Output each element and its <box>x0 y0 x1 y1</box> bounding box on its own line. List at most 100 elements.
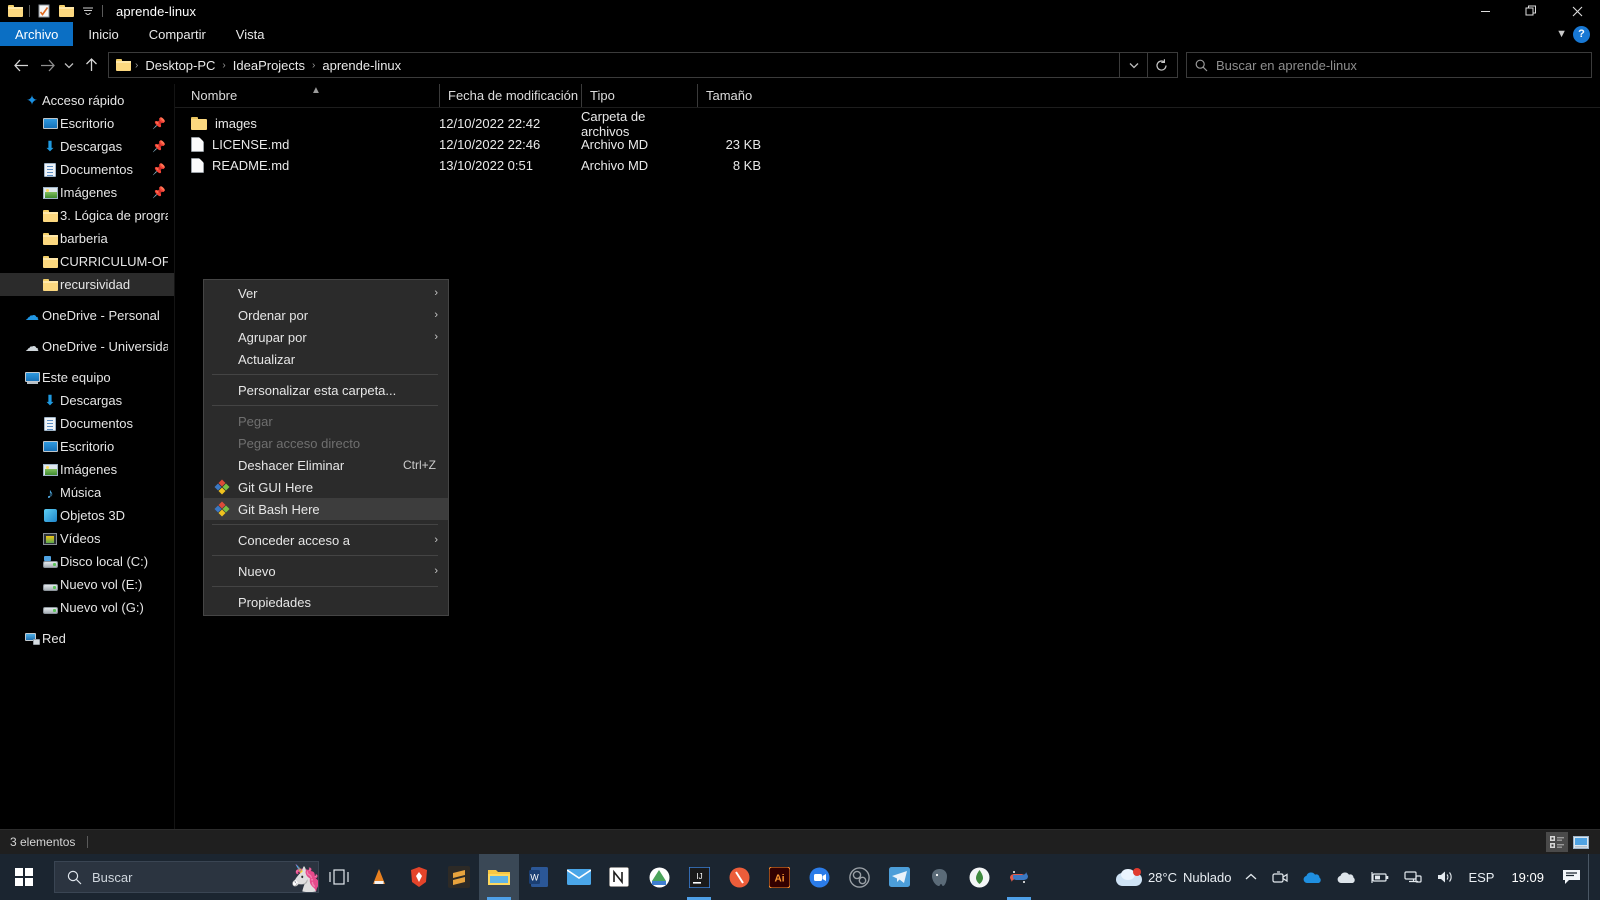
breadcrumb-item-desktop-pc[interactable]: Desktop-PC <box>139 58 221 73</box>
details-view-icon[interactable] <box>1546 832 1568 852</box>
taskbar-app-postgresql[interactable] <box>919 854 959 900</box>
menu-item-nuevo[interactable]: Nuevo › <box>204 560 448 582</box>
tab-inicio[interactable]: Inicio <box>73 22 133 46</box>
sidebar-item-red[interactable]: Red <box>0 627 174 650</box>
volume-icon[interactable] <box>1429 854 1461 900</box>
sidebar-item-3-l-gica-de-programac[interactable]: 3. Lógica de programac <box>0 204 174 227</box>
taskbar-app-mongodb[interactable] <box>959 854 999 900</box>
taskbar-app-file-explorer[interactable] <box>479 854 519 900</box>
recent-locations-icon[interactable] <box>60 52 78 78</box>
forward-button[interactable] <box>34 52 60 78</box>
show-desktop-button[interactable] <box>1588 854 1596 900</box>
column-header-tipo[interactable]: Tipo <box>581 84 697 107</box>
table-row[interactable]: README.md 13/10/2022 0:51 Archivo MD 8 KB <box>175 155 1600 176</box>
sidebar-item-onedrive-personal[interactable]: ☁ OneDrive - Personal <box>0 304 174 327</box>
taskbar-app-word[interactable]: W <box>519 854 559 900</box>
sidebar-item-v-deos[interactable]: Vídeos <box>0 527 174 550</box>
sidebar-item-objetos-3d[interactable]: Objetos 3D <box>0 504 174 527</box>
sidebar-item-documentos[interactable]: Documentos <box>0 412 174 435</box>
column-header-fecha[interactable]: Fecha de modificación <box>439 84 581 107</box>
sidebar-item-escritorio[interactable]: Escritorio <box>0 435 174 458</box>
taskbar-app-adobe-illustrator[interactable]: Ai <box>759 854 799 900</box>
clock[interactable]: 19:09 <box>1501 854 1554 900</box>
menu-item-conceder-acceso-a[interactable]: Conceder acceso a › <box>204 529 448 551</box>
sidebar-item-im-genes[interactable]: Imágenes 📌 <box>0 181 174 204</box>
taskbar-app-brave[interactable] <box>399 854 439 900</box>
onedrive-white-icon[interactable] <box>1329 854 1363 900</box>
taskbar-app-sublime-text[interactable] <box>439 854 479 900</box>
context-menu[interactable]: Ver › Ordenar por › Agrupar por › Actualizar Pe… <box>203 279 449 616</box>
breadcrumb-item-aprende-linux[interactable]: aprende-linux <box>316 58 407 73</box>
sidebar-item-onedrive-universidad-t[interactable]: ☁OneDrive - Universidad T <box>0 335 174 358</box>
search-input[interactable]: Buscar en aprende-linux <box>1186 52 1592 78</box>
chevron-down-icon[interactable]: ▼ <box>1556 28 1567 40</box>
menu-item-agrupar-por[interactable]: Agrupar por › <box>204 326 448 348</box>
qat-dropdown-icon[interactable] <box>77 0 99 22</box>
breadcrumb-item-ideaprojects[interactable]: IdeaProjects <box>227 58 311 73</box>
menu-item-ver[interactable]: Ver › <box>204 282 448 304</box>
taskbar-app-mail[interactable] <box>559 854 599 900</box>
sidebar-item-nuevo-vol-e[interactable]: Nuevo vol (E:) <box>0 573 174 596</box>
sidebar-item-im-genes[interactable]: Imágenes <box>0 458 174 481</box>
network-icon[interactable] <box>1397 854 1429 900</box>
sidebar-item-escritorio[interactable]: Escritorio 📌 <box>0 112 174 135</box>
sidebar-item-acceso-r-pido[interactable]: ✦ Acceso rápido <box>0 89 174 112</box>
menu-item-personalizar-esta-carpeta[interactable]: Personalizar esta carpeta... <box>204 379 448 401</box>
column-header-nombre[interactable]: Nombre ▲ <box>175 84 439 107</box>
maximize-button[interactable] <box>1508 0 1554 22</box>
sidebar-item-disco-local-c[interactable]: Disco local (C:) <box>0 550 174 573</box>
tray-overflow-button[interactable] <box>1238 854 1264 900</box>
battery-icon[interactable] <box>1363 854 1397 900</box>
taskbar-app-vlc[interactable] <box>359 854 399 900</box>
taskbar-search-input[interactable]: Buscar 🦄 <box>54 861 319 893</box>
pin-icon[interactable]: 📌 <box>152 140 166 153</box>
qat-folder-icon[interactable] <box>4 0 26 22</box>
taskbar-app-maps[interactable] <box>639 854 679 900</box>
pin-icon[interactable]: 📌 <box>152 163 166 176</box>
qat-properties-icon[interactable] <box>33 0 55 22</box>
menu-item-git-gui-here[interactable]: Git GUI Here <box>204 476 448 498</box>
tab-archivo[interactable]: Archivo <box>0 22 74 46</box>
taskbar-app-zoom[interactable] <box>799 854 839 900</box>
help-button[interactable]: ? <box>1573 25 1590 43</box>
sidebar-item-este-equipo[interactable]: Este equipo <box>0 366 174 389</box>
back-button[interactable] <box>8 52 34 78</box>
camera-icon[interactable] <box>1264 854 1295 900</box>
sidebar-item-curriculum-oficial[interactable]: CURRICULUM-OFICIAL <box>0 250 174 273</box>
menu-item-propiedades[interactable]: Propiedades <box>204 591 448 613</box>
navigation-pane[interactable]: ✦ Acceso rápido Escritorio 📌 ⬇ Descargas 📌 Docu… <box>0 84 175 829</box>
sidebar-item-descargas[interactable]: ⬇ Descargas <box>0 389 174 412</box>
notifications-icon[interactable] <box>1554 854 1588 900</box>
menu-item-git-bash-here[interactable]: Git Bash Here <box>204 498 448 520</box>
tab-compartir[interactable]: Compartir <box>134 22 221 46</box>
pin-icon[interactable]: 📌 <box>152 117 166 130</box>
weather-widget[interactable]: 28°C Nublado <box>1109 854 1238 900</box>
minimize-button[interactable] <box>1462 0 1508 22</box>
refresh-button[interactable] <box>1147 53 1175 77</box>
onedrive-blue-icon[interactable] <box>1295 854 1329 900</box>
sidebar-item-nuevo-vol-g[interactable]: Nuevo vol (G:) <box>0 596 174 619</box>
table-row[interactable]: images 12/10/2022 22:42 Carpeta de archivo… <box>175 109 1600 139</box>
task-view-button[interactable] <box>319 854 359 900</box>
taskbar-app-python[interactable] <box>999 854 1039 900</box>
sidebar-item-descargas[interactable]: ⬇ Descargas 📌 <box>0 135 174 158</box>
start-button[interactable] <box>0 854 48 900</box>
taskbar-app-notion[interactable] <box>599 854 639 900</box>
menu-item-ordenar-por[interactable]: Ordenar por › <box>204 304 448 326</box>
sidebar-item-recursividad[interactable]: recursividad <box>0 273 174 296</box>
sidebar-item-m-sica[interactable]: ♪ Música <box>0 481 174 504</box>
menu-item-actualizar[interactable]: Actualizar <box>204 348 448 370</box>
taskbar-app-intellij-idea[interactable]: IJ <box>679 854 719 900</box>
menu-item-deshacer-eliminar[interactable]: Deshacer Eliminar Ctrl+Z <box>204 454 448 476</box>
table-row[interactable]: LICENSE.md 12/10/2022 22:46 Archivo MD 23 K… <box>175 134 1600 155</box>
taskbar-app-telegram[interactable] <box>879 854 919 900</box>
up-button[interactable] <box>78 52 104 78</box>
address-dropdown-icon[interactable] <box>1119 53 1147 77</box>
taskbar-app-opera[interactable] <box>719 854 759 900</box>
language-indicator[interactable]: ESP <box>1461 854 1501 900</box>
tab-vista[interactable]: Vista <box>221 22 280 46</box>
column-header-tamano[interactable]: Tamaño <box>697 84 775 107</box>
address-input[interactable]: › Desktop-PC › IdeaProjects › aprende-li… <box>108 52 1178 78</box>
thumbnails-view-icon[interactable] <box>1570 832 1592 852</box>
close-button[interactable] <box>1554 0 1600 22</box>
